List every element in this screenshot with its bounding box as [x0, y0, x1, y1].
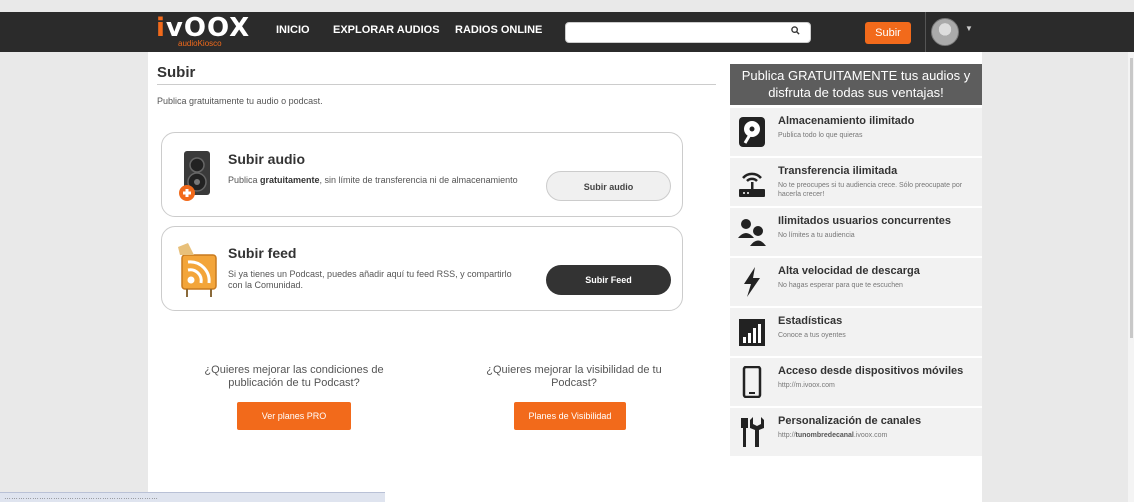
top-navigation-bar: ivOOX audioKiosco INICIO EXPLORAR AUDIOS… — [0, 12, 1134, 52]
speaker-add-icon — [178, 149, 214, 203]
feature-title: Alta velocidad de descarga — [778, 265, 920, 277]
feature-title: Acceso desde dispositivos móviles — [778, 365, 964, 377]
upload-feed-button[interactable]: Subir Feed — [546, 265, 671, 295]
nav-inicio[interactable]: INICIO — [276, 24, 310, 36]
feature-title: Almacenamiento ilimitado — [778, 115, 915, 127]
upload-audio-button[interactable]: Subir audio — [546, 171, 671, 201]
visibility-plans-button[interactable]: Planes de Visibilidad — [514, 402, 626, 430]
feature-description: Conoce a tus oyentes — [778, 332, 846, 339]
sidebar-banner: Publica GRATUITAMENTE tus audios y disfr… — [730, 64, 982, 105]
nav-radios-online[interactable]: RADIOS ONLINE — [455, 24, 542, 36]
upload-button[interactable]: Subir — [865, 22, 911, 44]
divider — [157, 84, 716, 85]
divider — [925, 12, 926, 52]
mobile-url-link[interactable]: http://m.ivoox.com — [778, 381, 978, 390]
tools-icon — [738, 416, 766, 448]
card-title: Subir feed — [228, 245, 297, 261]
feature-title: Transferencia ilimitada — [778, 165, 898, 177]
mobile-icon — [738, 365, 766, 399]
feature-customization: Personalización de canales http://tunomb… — [730, 408, 982, 456]
rss-feed-icon — [176, 241, 220, 299]
promo-pro-text: ¿Quieres mejorar las condiciones de publ… — [204, 364, 384, 389]
card-title: Subir audio — [228, 151, 305, 167]
feature-speed: Alta velocidad de descarga No hagas espe… — [730, 258, 982, 306]
feature-title: Personalización de canales — [778, 415, 922, 427]
feature-storage: Almacenamiento ilimitado Publica todo lo… — [730, 108, 982, 156]
main-content: Subir Publica gratuitamente tu audio o p… — [148, 52, 730, 502]
upload-audio-card: Subir audio Publica gratuitamente, sin l… — [161, 132, 683, 217]
search-icon[interactable] — [791, 26, 800, 38]
page-title: Subir — [157, 64, 196, 81]
users-icon — [738, 216, 766, 248]
bar-chart-icon — [738, 316, 766, 348]
scrollbar-thumb[interactable] — [1130, 58, 1133, 338]
logo-subtitle: audioKiosco — [178, 39, 222, 48]
search-input[interactable] — [565, 22, 811, 43]
feature-title: Ilimitados usuarios concurrentes — [778, 215, 951, 227]
feature-users: Ilimitados usuarios concurrentes No lími… — [730, 208, 982, 256]
lightning-icon — [738, 266, 766, 298]
feature-title: Estadísticas — [778, 315, 843, 327]
feature-transfer: Transferencia ilimitada No te preocupes … — [730, 158, 982, 206]
hard-drive-icon — [738, 116, 766, 148]
sidebar: Publica GRATUITAMENTE tus audios y disfr… — [730, 52, 982, 502]
page-intro: Publica gratuitamente tu audio o podcast… — [157, 96, 323, 106]
router-icon — [738, 166, 766, 198]
card-description: Si ya tienes un Podcast, puedes añadir a… — [228, 269, 512, 290]
feature-description: Publica todo lo que quieras — [778, 132, 863, 139]
status-bar: ………………………………………………………… — [0, 492, 385, 502]
feature-mobile: Acceso desde dispositivos móviles http:/… — [730, 358, 982, 406]
pro-plans-button[interactable]: Ver planes PRO — [237, 402, 351, 430]
promo-visibility-text: ¿Quieres mejorar la visibilidad de tu Po… — [486, 364, 662, 389]
logo-letter-i: i — [156, 13, 166, 43]
feature-description: No te preocupes si tu audiencia crece. S… — [778, 182, 963, 198]
ivoox-logo[interactable]: ivOOX audioKiosco — [156, 13, 249, 50]
upload-feed-card: Subir feed Si ya tienes un Podcast, pued… — [161, 226, 683, 311]
channel-url-link[interactable]: http://tunombredecanal.ivoox.com — [778, 431, 978, 440]
feature-description: No hagas esperar para que te escuchen — [778, 282, 903, 289]
feature-description: No límites a tu audiencia — [778, 232, 855, 239]
nav-explorar-audios[interactable]: EXPLORAR AUDIOS — [333, 24, 440, 36]
card-description: Publica gratuitamente, sin límite de tra… — [228, 175, 518, 185]
feature-stats: Estadísticas Conoce a tus oyentes — [730, 308, 982, 356]
chevron-down-icon[interactable]: ▼ — [965, 24, 973, 33]
avatar[interactable] — [931, 18, 959, 46]
